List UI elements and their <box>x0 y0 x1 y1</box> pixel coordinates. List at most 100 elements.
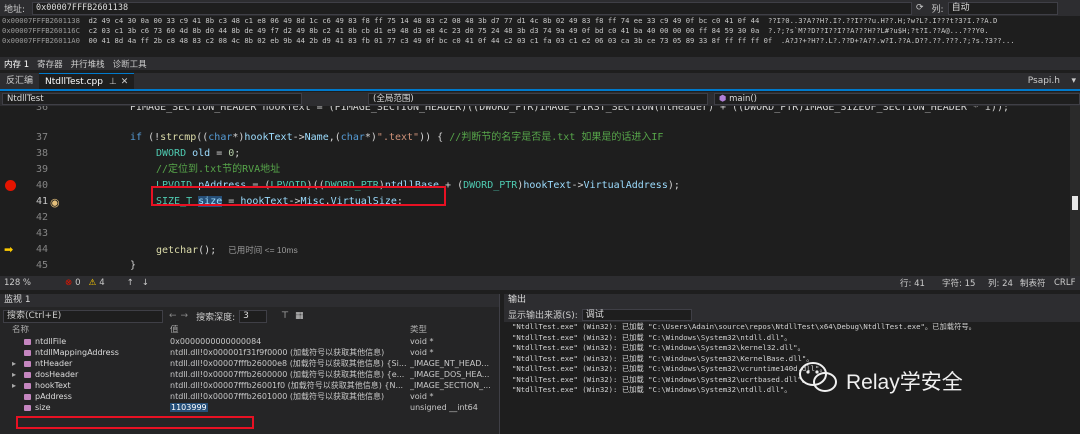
memory-line: 0x00007FFFB26011A0 00 41 8d 4a ff 2b c8 … <box>2 36 1015 45</box>
column-select[interactable]: 自动 <box>947 1 1058 15</box>
output-line: "NtdllTest.exe" (Win32): 已加载 "C:\Users\A… <box>512 322 976 331</box>
output-line: "NtdllTest.exe" (Win32): 已加载 "C:\Windows… <box>512 385 792 394</box>
variable-icon <box>24 372 31 378</box>
tab-psapi-h[interactable]: Psapi.h <box>1022 73 1066 89</box>
highlight-box <box>16 416 254 429</box>
watermark-text: Relay学安全 <box>846 371 963 394</box>
watch-row[interactable]: ▸ hookText ntdll.dll!0x00007fffb26001f0 (加… <box>0 380 499 391</box>
variable-icon <box>24 339 31 345</box>
column-position: 列: 24 <box>988 279 1013 289</box>
project-select[interactable]: NtdllTest <box>2 93 302 105</box>
chevron-down-icon[interactable]: ▾ <box>1071 76 1076 86</box>
pin-icon[interactable]: ⊤ <box>281 311 289 321</box>
document-tabs: 反汇编 NtdllTest.cpp ⊥ ✕ Psapi.h ▾ <box>0 73 1080 91</box>
tab-registers[interactable]: 寄存器 <box>33 58 67 70</box>
tab-mode[interactable]: 制表符 <box>1020 277 1046 289</box>
scrollbar-thumb[interactable] <box>1072 196 1078 210</box>
variable-icon <box>24 350 31 356</box>
tab-disassembly[interactable]: 反汇编 <box>0 73 39 89</box>
zoom-level[interactable]: 128 % <box>4 278 31 288</box>
code-line: 39 //定位到.txt节的RVA地址 <box>0 162 1080 178</box>
editor-scrollbar[interactable] <box>1070 106 1080 276</box>
code-line: ➡ 44 getchar(); 已用时间 <= 10ms <box>0 242 1080 258</box>
address-label: 地址: <box>4 4 26 15</box>
watch-search-input[interactable]: 搜索(Ctrl+E) <box>3 309 163 323</box>
watch-row[interactable]: ▸ dosHeader ntdll.dll!0x00007fffb2600000 (… <box>0 369 499 380</box>
error-count: 0 <box>75 278 81 288</box>
variable-icon <box>24 361 31 367</box>
elapsed-time-hint: 已用时间 <= 10ms <box>228 245 298 255</box>
column-header-type[interactable]: 类型 <box>410 325 495 336</box>
output-line: "NtdllTest.exe" (Win32): 已加载 "C:\Windows… <box>512 374 810 384</box>
refresh-icon[interactable]: ⟳ <box>916 3 924 13</box>
output-source-select[interactable]: 调试 <box>581 308 692 321</box>
error-icon[interactable]: ⊗ <box>65 278 72 288</box>
watch-row[interactable]: ▸ ntHeader ntdll.dll!0x00007fffb26000e8 (加… <box>0 358 499 369</box>
output-toolbar: 显示输出来源(S): 调试 <box>504 307 1080 322</box>
editor-status-bar: 128 % ⊗ 0 ⚠ 4 ↑ ↓ 行: 41 字符: 15 列: 24 制表符… <box>0 276 1080 290</box>
previous-issue-icon[interactable]: ↑ <box>127 278 134 288</box>
watermark: Relay学安全 <box>799 362 963 396</box>
code-text: DWORD old = 0; <box>156 148 241 159</box>
breakpoint-icon[interactable] <box>5 180 16 191</box>
function-select[interactable]: ⬢ main() <box>714 93 1080 105</box>
column-label: 列: <box>931 4 944 15</box>
forward-icon[interactable]: → <box>181 311 189 321</box>
code-line: 42 <box>35 212 48 223</box>
watch-row-selected[interactable]: size 1103999 unsigned __int64 <box>0 402 499 413</box>
watch-header: 名称 值 类型 <box>0 325 499 336</box>
code-text: if (!strcmp((char*)hookText->Name,(char*… <box>130 132 664 143</box>
code-text: getchar(); 已用时间 <= 10ms <box>156 245 298 256</box>
code-line: 45 } <box>0 258 1080 274</box>
expand-icon[interactable]: ▸ <box>12 380 16 391</box>
back-icon[interactable]: ← <box>169 311 177 321</box>
close-icon[interactable]: ✕ <box>121 74 129 90</box>
output-line: "NtdllTest.exe" (Win32): 已加载 "C:\Windows… <box>512 332 792 342</box>
watch-toolbar: 搜索(Ctrl+E) ← → 搜索深度: 3 ⊤ ▦ <box>0 307 499 325</box>
code-editor[interactable]: 36 PIMAGE_SECTION_HEADER hookText = (PIM… <box>0 106 1080 276</box>
variable-icon <box>24 405 31 411</box>
output-title: 输出 <box>504 294 1080 307</box>
debug-tool-tabs: 内存 1 寄存器 并行堆栈 诊断工具 <box>0 57 1080 70</box>
watch-row[interactable]: ntdllMappingAddress ntdll.dll!0x000001f31… <box>0 347 499 358</box>
code-line: 43 <box>35 228 48 239</box>
code-comment: //定位到.txt节的RVA地址 <box>156 164 281 175</box>
column-header-value[interactable]: 值 <box>170 325 406 336</box>
highlight-box <box>151 186 446 206</box>
column-header-name[interactable]: 名称 <box>12 325 142 336</box>
scope-select[interactable]: (全局范围) <box>368 93 708 105</box>
pin-icon[interactable]: ⊥ <box>109 74 117 90</box>
output-line: "NtdllTest.exe" (Win32): 已加载 "C:\Windows… <box>512 343 805 352</box>
tab-parallel-stacks[interactable]: 并行堆栈 <box>67 58 109 70</box>
warning-count: 4 <box>99 278 105 288</box>
tab-diagnostic-tools[interactable]: 诊断工具 <box>109 58 151 70</box>
watch-row[interactable]: pAddress ntdll.dll!0x00007fffb2601000 (加载… <box>0 391 499 402</box>
line-position: 行: 41 <box>900 279 925 289</box>
memory-line: 0x00007FFFB260116C c2 03 c1 3b c6 73 60 … <box>2 26 989 35</box>
search-depth-label: 搜索深度: <box>196 312 236 323</box>
memory-address-bar: 地址: 0x00007FFFB2601138 ⟳ 列: 自动 <box>0 0 1080 16</box>
current-statement-arrow-icon: ➡ <box>4 243 14 256</box>
navigation-bar: NtdllTest (全局范围) ⬢ main() <box>0 92 1080 106</box>
size-value: 1103999 <box>170 403 208 412</box>
tab-memory[interactable]: 内存 1 <box>0 58 33 70</box>
address-input[interactable]: 0x00007FFFB2601138 <box>32 1 912 15</box>
tab-ntdlltest-cpp[interactable]: NtdllTest.cpp ⊥ ✕ <box>39 73 135 90</box>
next-issue-icon[interactable]: ↓ <box>142 278 149 288</box>
grid-icon[interactable]: ▦ <box>295 311 304 321</box>
expand-icon[interactable]: ▸ <box>12 369 16 380</box>
lightbulb-icon[interactable]: ◉ <box>50 196 60 209</box>
function-icon: ⬢ <box>719 94 727 104</box>
char-position: 字符: 15 <box>942 279 976 289</box>
code-line: 37 if (!strcmp((char*)hookText->Name,(ch… <box>0 130 1080 146</box>
variable-icon <box>24 394 31 400</box>
line-ending[interactable]: CRLF <box>1054 278 1075 288</box>
expand-icon[interactable]: ▸ <box>12 358 16 369</box>
source-label: 显示输出来源(S): <box>508 311 578 321</box>
output-line: "NtdllTest.exe" (Win32): 已加载 "C:\Windows… <box>512 364 827 373</box>
code-text: } <box>130 260 137 271</box>
search-depth-select[interactable]: 3 <box>239 309 268 323</box>
watch-row[interactable]: ntdllFile 0x0000000000000084 void * <box>0 336 499 347</box>
code-text: PIMAGE_SECTION_HEADER hookText = (PIMAGE… <box>130 106 1009 113</box>
warning-icon[interactable]: ⚠ <box>89 278 97 288</box>
